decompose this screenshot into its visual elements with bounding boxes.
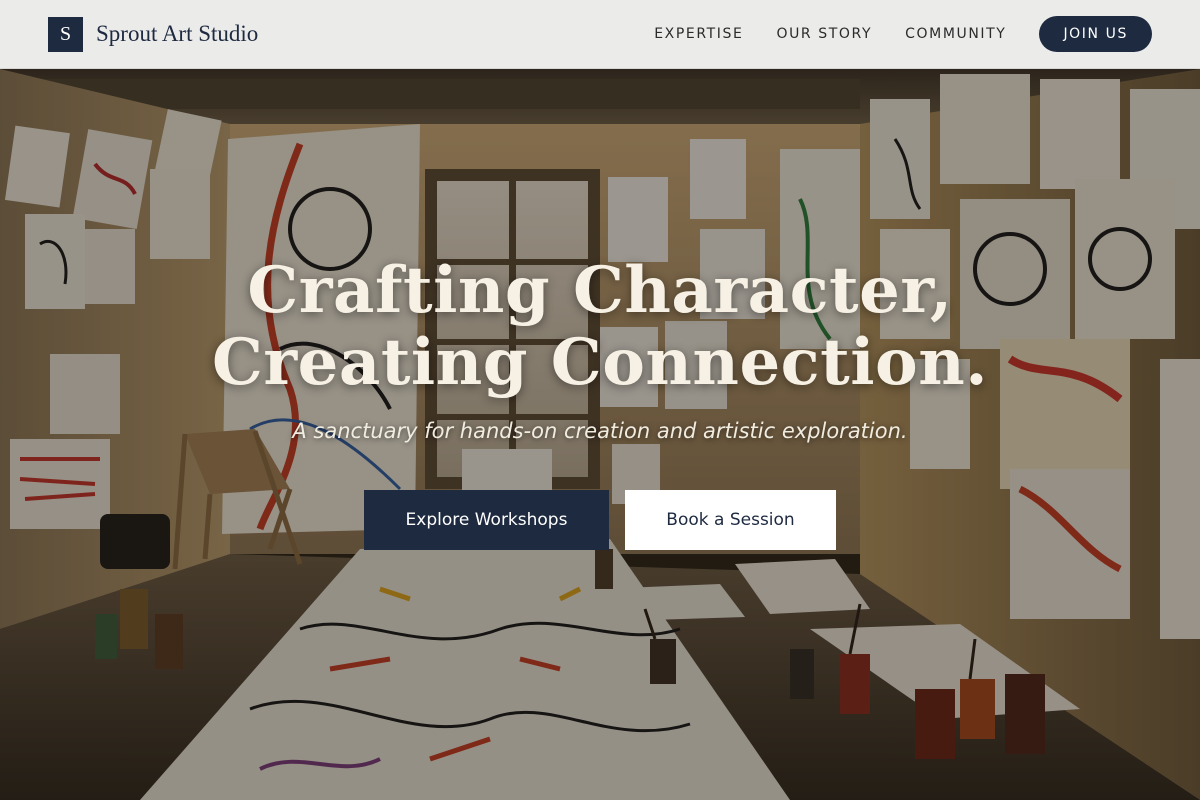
brand-logo-link[interactable]: S Sprout Art Studio xyxy=(48,16,259,52)
explore-workshops-button[interactable]: Explore Workshops xyxy=(364,490,609,550)
hero-content: Crafting Character, Creating Connection.… xyxy=(0,69,1200,800)
logo-mark: S xyxy=(48,16,83,52)
brand-name: Sprout Art Studio xyxy=(96,21,259,46)
hero-headline: Crafting Character, Creating Connection. xyxy=(0,255,1200,399)
nav-link-expertise[interactable]: EXPERTISE xyxy=(654,26,743,42)
nav-link-community[interactable]: COMMUNITY xyxy=(905,26,1006,42)
hero-section: Crafting Character, Creating Connection.… xyxy=(0,69,1200,800)
hero-headline-line-2: Creating Connection. xyxy=(211,325,989,400)
main-nav: EXPERTISE OUR STORY COMMUNITY JOIN US xyxy=(654,16,1152,52)
site-header: S Sprout Art Studio EXPERTISE OUR STORY … xyxy=(0,0,1200,69)
join-us-button[interactable]: JOIN US xyxy=(1039,16,1152,52)
book-session-button[interactable]: Book a Session xyxy=(625,490,836,550)
nav-link-our-story[interactable]: OUR STORY xyxy=(776,26,872,42)
hero-headline-line-1: Crafting Character, xyxy=(247,253,953,328)
hero-subtitle: A sanctuary for hands-on creation and ar… xyxy=(292,419,908,443)
